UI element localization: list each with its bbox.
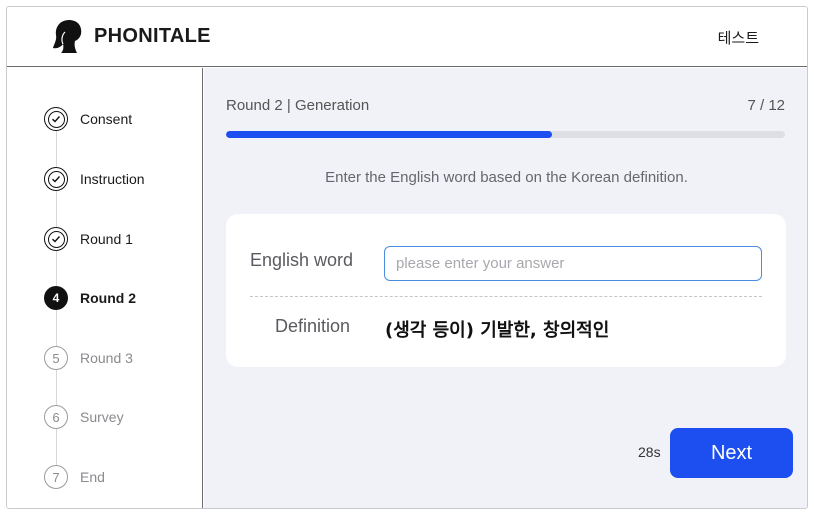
check-circle-icon [44,167,68,191]
woman-silhouette-icon [53,20,82,53]
step-label: End [80,469,105,485]
progress-bar-fill [226,131,552,138]
check-circle-icon [44,107,68,131]
step-round-3: 5 Round 3 [44,346,133,370]
english-word-label: English word [250,250,354,270]
step-label: Consent [80,111,133,127]
countdown-timer: 28s [638,444,661,460]
step-number: 7 [44,465,68,489]
app-window: PHONITALE 테스트 Consent Instruction Round … [6,6,808,509]
step-round-2: 4 Round 2 [44,286,136,310]
step-label: Round 2 [80,290,136,306]
step-consent: Consent [44,107,132,131]
english-word-input[interactable] [384,246,762,281]
step-label: Survey [80,409,124,425]
main-panel: Round 2 | Generation 7 / 12 Enter the En… [204,68,807,508]
step-label: Round 3 [80,350,133,366]
step-survey: 6 Survey [44,405,124,429]
user-name[interactable]: 테스트 [718,27,759,48]
step-round-1: Round 1 [44,227,133,251]
round-title: Round 2 | Generation [226,97,370,114]
progress-sidebar: Consent Instruction Round 1 4 Round 2 5 … [7,68,203,508]
progress-bar [226,131,785,138]
brand-name: PHONITALE [94,25,211,47]
definition-label: Definition [275,316,351,336]
header: PHONITALE 테스트 [7,7,807,67]
instruction-text: Enter the English word based on the Kore… [325,169,688,186]
definition-text: (생각 등이) 기발한, 창의적인 [385,320,610,341]
step-number: 4 [44,286,68,310]
question-card: English word Definition (생각 등이) 기발한, 창의적… [226,214,786,367]
step-number: 6 [44,405,68,429]
step-instruction: Instruction [44,167,145,191]
next-button[interactable]: Next [670,428,793,478]
progress-count: 7 / 12 [747,97,785,114]
step-label: Instruction [80,171,145,187]
dashed-divider [250,296,762,297]
check-circle-icon [44,227,68,251]
step-label: Round 1 [80,231,133,247]
step-end: 7 End [44,465,105,489]
step-number: 5 [44,346,68,370]
